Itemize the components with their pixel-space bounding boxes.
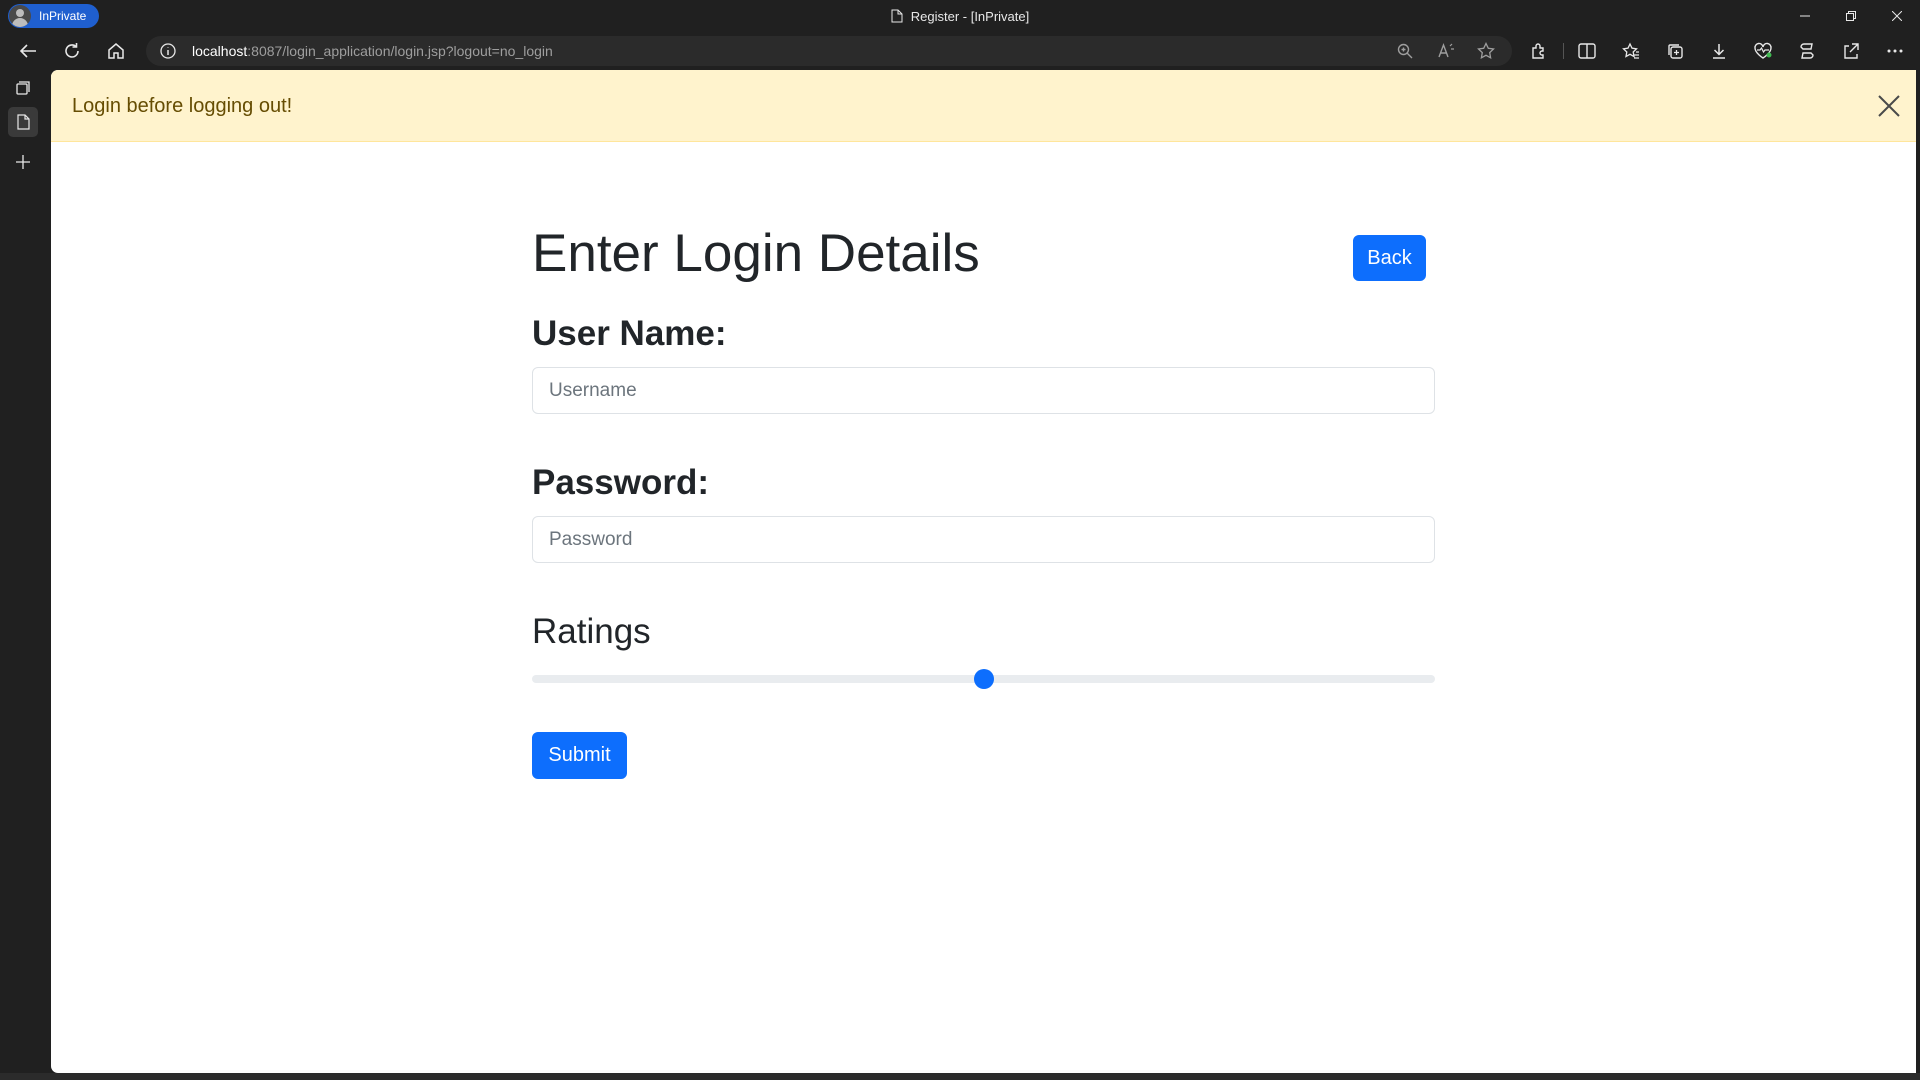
home-button[interactable] bbox=[100, 35, 132, 67]
back-button-page[interactable]: Back bbox=[1353, 235, 1426, 281]
tab-actions-button[interactable] bbox=[8, 73, 38, 103]
url-path: :8087/login_application/login.jsp?logout… bbox=[247, 43, 553, 59]
window-title: Register - [InPrivate] bbox=[910, 8, 1030, 24]
alert-message: Login before logging out! bbox=[72, 95, 293, 117]
share-icon bbox=[1844, 43, 1859, 59]
ratings-slider-thumb[interactable] bbox=[973, 669, 994, 689]
alert-close-button[interactable] bbox=[1876, 93, 1902, 119]
toolbar-divider bbox=[1563, 43, 1564, 59]
warning-alert: Login before logging out! bbox=[51, 70, 1916, 142]
url-host: localhost bbox=[192, 43, 248, 59]
info-icon[interactable] bbox=[160, 43, 176, 59]
downloads-icon bbox=[1713, 44, 1725, 59]
page-tab-icon bbox=[16, 114, 30, 130]
favorites-icon bbox=[1622, 42, 1639, 59]
browser-toolbar: localhost:8087/login_application/login.j… bbox=[0, 32, 1920, 70]
restore-button[interactable] bbox=[1828, 0, 1874, 32]
close-icon bbox=[1878, 95, 1900, 117]
close-window-icon bbox=[1892, 11, 1902, 21]
copilot-icon bbox=[1800, 43, 1814, 59]
vertical-tabs-sidebar bbox=[0, 70, 51, 1080]
page-icon bbox=[891, 9, 903, 23]
page-title: Enter Login Details bbox=[532, 224, 980, 283]
new-tab-icon bbox=[16, 155, 30, 169]
extensions-icon bbox=[1532, 43, 1544, 59]
more-icon bbox=[1887, 49, 1903, 53]
password-label: Password: bbox=[532, 463, 709, 502]
close-window-button[interactable] bbox=[1874, 0, 1920, 32]
refresh-button[interactable] bbox=[56, 35, 88, 67]
back-arrow-icon bbox=[19, 44, 36, 58]
more-button[interactable] bbox=[1879, 35, 1911, 67]
username-label: User Name: bbox=[532, 314, 727, 353]
window-title-area: Register - [InPrivate] bbox=[0, 0, 1920, 32]
browser-essentials-button[interactable] bbox=[1747, 35, 1779, 67]
minimize-button[interactable] bbox=[1782, 0, 1828, 32]
back-button[interactable] bbox=[12, 35, 44, 67]
favorites-button[interactable] bbox=[1615, 35, 1647, 67]
split-screen-icon bbox=[1578, 43, 1596, 59]
favorite-star-icon[interactable] bbox=[1477, 42, 1495, 60]
page-tab[interactable] bbox=[8, 107, 38, 137]
collections-button[interactable] bbox=[1659, 35, 1691, 67]
window-bottom-edge bbox=[0, 1073, 1920, 1080]
ratings-label: Ratings bbox=[532, 612, 651, 651]
copilot-button[interactable] bbox=[1791, 35, 1823, 67]
split-screen-button[interactable] bbox=[1571, 35, 1603, 67]
refresh-icon bbox=[65, 43, 79, 58]
title-bar: InPrivate Register - [InPrivate] bbox=[0, 0, 1920, 32]
minimize-icon bbox=[1800, 15, 1810, 17]
avatar bbox=[9, 5, 31, 27]
downloads-button[interactable] bbox=[1703, 35, 1735, 67]
home-icon bbox=[108, 43, 124, 59]
extensions-button[interactable] bbox=[1523, 35, 1555, 67]
restore-icon bbox=[1846, 11, 1856, 21]
browser-essentials-icon bbox=[1754, 42, 1772, 59]
share-button[interactable] bbox=[1835, 35, 1867, 67]
submit-button[interactable]: Submit bbox=[532, 732, 627, 779]
address-bar[interactable]: localhost:8087/login_application/login.j… bbox=[146, 36, 1512, 66]
password-input[interactable] bbox=[532, 516, 1435, 563]
inprivate-profile-button[interactable]: InPrivate bbox=[8, 4, 99, 28]
username-input[interactable] bbox=[532, 367, 1435, 414]
page-viewport: Login before logging out! Enter Login De… bbox=[51, 70, 1916, 1073]
tab-actions-icon bbox=[16, 81, 30, 95]
collections-icon bbox=[1668, 44, 1683, 59]
new-tab-button[interactable] bbox=[8, 147, 38, 177]
zoom-icon[interactable] bbox=[1396, 42, 1414, 60]
read-aloud-icon[interactable] bbox=[1437, 42, 1455, 60]
profile-label: InPrivate bbox=[39, 9, 87, 23]
url-text[interactable]: localhost:8087/login_application/login.j… bbox=[192, 36, 553, 66]
